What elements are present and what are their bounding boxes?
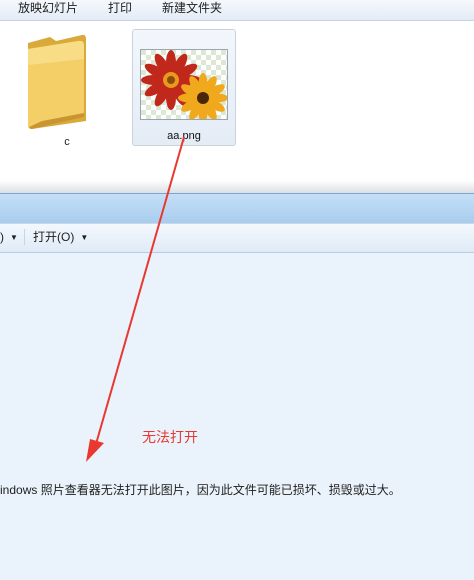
annotation-label: 无法打开 [142,429,198,445]
annotation-arrow [86,136,185,462]
